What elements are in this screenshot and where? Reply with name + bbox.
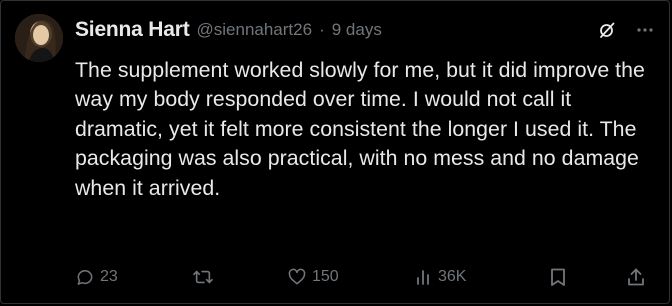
like-button[interactable]: 150 bbox=[287, 265, 339, 289]
action-bar: 23 150 36K bbox=[75, 265, 651, 289]
reply-button[interactable]: 23 bbox=[75, 265, 118, 289]
reply-icon bbox=[75, 267, 95, 287]
reply-count: 23 bbox=[100, 268, 118, 285]
separator-dot: · bbox=[319, 20, 325, 39]
bookmark-icon bbox=[549, 267, 567, 287]
author-name[interactable]: Sienna Hart bbox=[75, 18, 190, 42]
retweet-icon bbox=[192, 267, 214, 287]
bookmark-button[interactable] bbox=[549, 265, 567, 289]
tweet-text: The supplement worked slowly for me, but… bbox=[75, 58, 645, 200]
like-icon bbox=[287, 267, 307, 287]
tweet-header: Sienna Hart @siennahart26 · 9 days bbox=[75, 17, 655, 43]
views-button[interactable]: 36K bbox=[415, 265, 466, 289]
author-handle[interactable]: @siennahart26 bbox=[197, 20, 313, 40]
views-icon bbox=[415, 267, 433, 287]
share-button[interactable] bbox=[626, 265, 646, 289]
header-actions bbox=[597, 20, 655, 40]
grok-icon[interactable] bbox=[597, 20, 617, 40]
avatar[interactable] bbox=[15, 14, 63, 62]
tweet-card[interactable]: Sienna Hart @siennahart26 · 9 days The s… bbox=[0, 0, 670, 304]
more-icon[interactable] bbox=[635, 20, 655, 40]
views-count: 36K bbox=[438, 268, 467, 285]
share-icon bbox=[626, 267, 646, 287]
like-count: 150 bbox=[312, 268, 339, 285]
retweet-button[interactable] bbox=[192, 265, 219, 289]
timestamp[interactable]: 9 days bbox=[332, 20, 382, 40]
